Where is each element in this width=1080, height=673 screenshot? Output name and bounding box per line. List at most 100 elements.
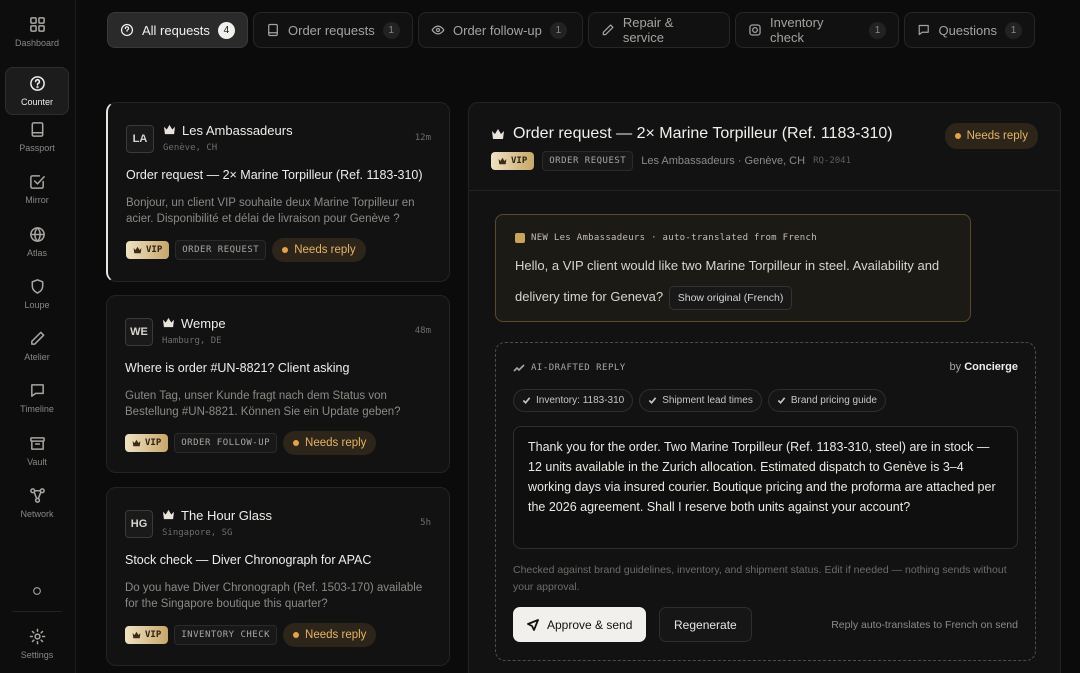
camera-icon	[749, 24, 761, 36]
chat-icon	[918, 24, 929, 36]
tab-count: 1	[382, 21, 400, 39]
tab-all-requests[interactable]: All requests 4	[107, 12, 248, 48]
tab-order-requests[interactable]: Order requests 1	[253, 12, 413, 48]
detail-title: Order request — 2× Marine Torpilleur (Re…	[491, 125, 893, 143]
type-tag: INVENTORY CHECK	[174, 625, 278, 645]
crown-icon	[133, 246, 142, 254]
sender-name: Wempe	[181, 316, 226, 331]
tab-inventory-check[interactable]: Inventory check 1	[735, 12, 899, 48]
tab-label: Questions	[938, 22, 997, 38]
check-icon	[522, 397, 531, 404]
question-icon	[29, 76, 45, 91]
source-chip[interactable]: Inventory: 1183-310	[513, 389, 634, 412]
archive-icon	[29, 437, 45, 450]
tab-label: Repair & service	[622, 15, 674, 45]
avatar: HG	[125, 510, 153, 538]
passport-icon	[31, 122, 43, 137]
reply-textarea[interactable]: Thank you for the order. Two Marine Torp…	[513, 426, 1018, 549]
auto-translate-note: Reply auto-translates to French on send	[831, 619, 1018, 631]
preview: Guten Tag, unser Kunde fragt nach dem St…	[125, 390, 401, 418]
shield-icon	[31, 279, 43, 294]
tab-label: All requests	[142, 22, 210, 38]
sidebar-item-settings[interactable]: Settings	[5, 620, 69, 668]
approve-send-button[interactable]: Approve & send	[513, 607, 647, 642]
show-original-button[interactable]: Show original (French)	[668, 285, 793, 310]
sidebar-item-dashboard[interactable]: Dashboard	[5, 8, 69, 56]
vip-badge: VIP	[491, 152, 535, 170]
location: Genève, CH	[163, 143, 218, 153]
request-card[interactable]: HG The Hour Glass Singapore, SG 5h Stock…	[106, 487, 450, 666]
regenerate-button[interactable]: Regenerate	[659, 607, 752, 642]
send-icon	[527, 618, 539, 631]
tab-count: 1	[549, 21, 567, 39]
crown-icon	[162, 508, 175, 523]
sidebar-item-vault[interactable]: Vault	[5, 427, 69, 475]
timestamp: 5h	[420, 518, 431, 528]
status-badge: Needs reply	[272, 238, 366, 262]
request-id: RQ-2041	[813, 156, 852, 166]
tab-count: 1	[1005, 21, 1022, 39]
sender-name: The Hour Glass	[181, 508, 273, 523]
crown-icon	[162, 316, 175, 331]
sidebar-item-timeline[interactable]: Timeline	[5, 374, 69, 422]
sidebar-item-label: Atlas	[26, 248, 47, 258]
sender: Wempe	[162, 316, 226, 331]
tab-order-follow-up[interactable]: Order follow-up 1	[418, 12, 583, 48]
sidebar-item-atlas[interactable]: Atlas	[5, 218, 69, 266]
tab-repair-service[interactable]: Repair & service	[588, 12, 730, 48]
request-detail: Order request — 2× Marine Torpilleur (Re…	[468, 102, 1061, 673]
translated-header: NEW Les Ambassadeurs · auto-translated f…	[515, 233, 817, 243]
sidebar-item-label: Atelier	[24, 352, 50, 362]
sender-name: Les Ambassadeurs	[182, 123, 293, 138]
draft-author: by Concierge	[949, 361, 1018, 373]
book-icon	[268, 23, 278, 37]
checkbox-icon	[29, 175, 45, 189]
type-tag: ORDER REQUEST	[175, 240, 267, 260]
status-badge: Needs reply	[944, 123, 1038, 149]
crown-icon	[498, 157, 507, 165]
theme-toggle[interactable]	[5, 567, 69, 615]
draft-note: Checked against brand guidelines, invent…	[513, 564, 1007, 593]
source-chip[interactable]: Brand pricing guide	[767, 389, 886, 412]
sidebar-divider	[12, 611, 62, 612]
sidebar-item-label: Timeline	[20, 404, 54, 414]
crown-icon	[132, 439, 141, 447]
sidebar-item-label: Counter	[20, 97, 54, 107]
ai-draft: AI-DRAFTED REPLY by Concierge Inventory:…	[495, 342, 1036, 661]
check-icon	[648, 397, 657, 404]
dashboard-icon	[29, 17, 45, 32]
vip-badge: VIP	[125, 434, 169, 452]
status-badge: Needs reply	[283, 623, 377, 647]
sidebar-item-passport[interactable]: Passport	[5, 113, 69, 161]
request-card[interactable]: WE Wempe Hamburg, DE 48m Where is order …	[106, 295, 450, 473]
sidebar-item-atelier[interactable]: Atelier	[5, 322, 69, 370]
request-card[interactable]: LA Les Ambassadeurs Genève, CH 12m Order…	[106, 102, 450, 282]
sidebar-item-label: Passport	[19, 143, 55, 153]
sidebar-item-label: Loupe	[24, 300, 50, 310]
sidebar-item-mirror[interactable]: Mirror	[5, 165, 69, 213]
timestamp: 48m	[414, 326, 431, 336]
timeline-icon	[30, 384, 44, 397]
source-chip[interactable]: Shipment lead times	[639, 389, 762, 412]
subject: Stock check — Diver Chronograph for APAC	[125, 553, 372, 567]
tab-count: 1	[869, 21, 886, 39]
source-chips: Inventory: 1183-310 Shipment lead times …	[513, 389, 886, 412]
subject: Order request — 2× Marine Torpilleur (Re…	[126, 168, 423, 182]
network-icon	[29, 488, 45, 503]
tab-label: Inventory check	[770, 15, 824, 45]
preview: Do you have Diver Chronograph (Ref. 1503…	[125, 582, 423, 610]
tab-questions[interactable]: Questions 1	[904, 12, 1035, 48]
translated-message: NEW Les Ambassadeurs · auto-translated f…	[495, 214, 971, 322]
tab-label: Order follow-up	[453, 22, 542, 38]
sidebar-item-loupe[interactable]: Loupe	[5, 270, 69, 318]
pen-icon	[30, 331, 44, 345]
type-tag: ORDER REQUEST	[542, 151, 634, 171]
sidebar-item-counter[interactable]: Counter	[5, 67, 69, 115]
timestamp: 12m	[414, 133, 431, 143]
sidebar-item-network[interactable]: Network	[5, 479, 69, 527]
avatar: LA	[126, 125, 154, 153]
tab-label: Order requests	[288, 22, 375, 38]
subject: Where is order #UN-8821? Client asking	[125, 361, 350, 375]
globe-icon	[29, 227, 45, 242]
trend-icon	[513, 364, 525, 372]
